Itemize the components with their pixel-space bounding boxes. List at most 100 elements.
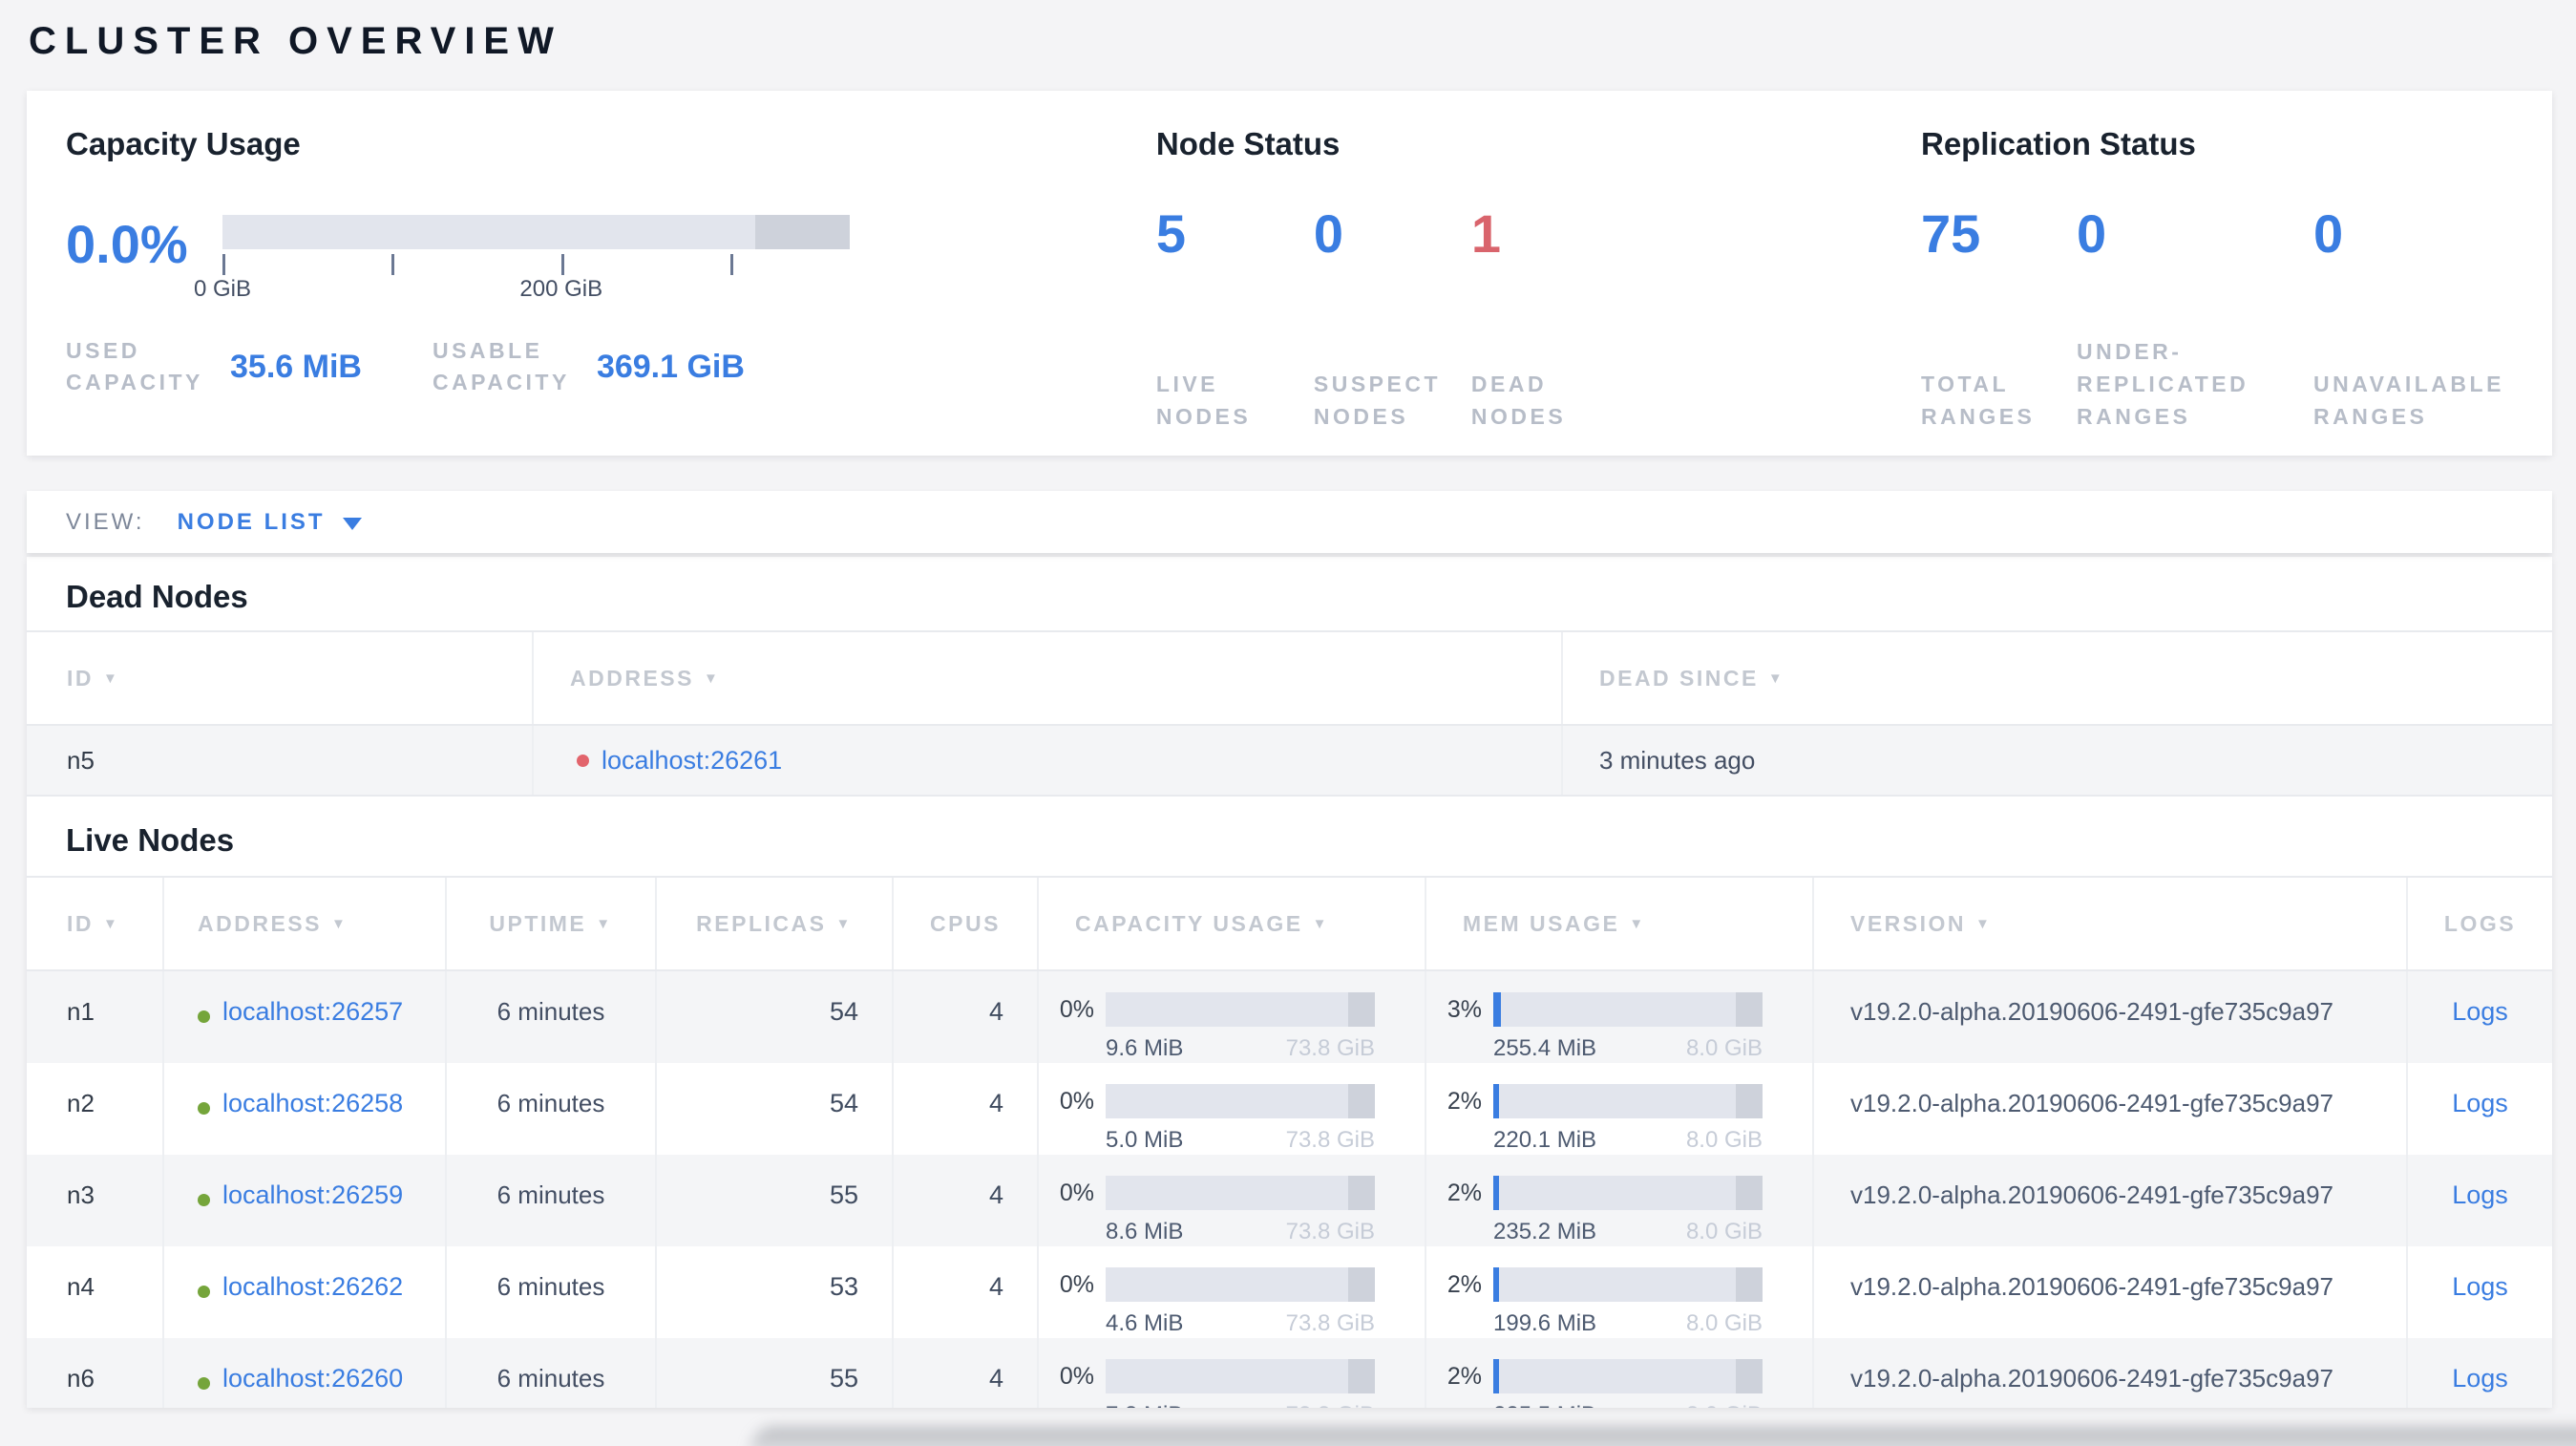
logs-link[interactable]: Logs — [2452, 996, 2508, 1027]
used-capacity-metric: USED CAPACITY 35.6 MiB — [66, 335, 362, 398]
dead-status-dot-icon — [577, 754, 589, 767]
col-header-mem-usage[interactable]: MEM USAGE — [1426, 878, 1814, 969]
cpus-count: 4 — [988, 997, 1003, 1026]
cpus-count: 4 — [988, 1180, 1003, 1209]
col-header-capacity-usage[interactable]: CAPACITY USAGE — [1039, 878, 1426, 969]
usage-percent: 0% — [1059, 1270, 1094, 1298]
dead-node-row: n5 localhost:26261 3 minutes ago — [27, 726, 2552, 797]
uptime-value: 6 minutes — [496, 997, 605, 1026]
used-value: 5.0 MiB — [1106, 1127, 1184, 1153]
replicas-count: 55 — [829, 1364, 858, 1393]
cpus-count: 4 — [988, 1364, 1003, 1393]
node-address-link[interactable]: localhost:26261 — [602, 745, 782, 776]
capacity-usage-bar — [1106, 1267, 1375, 1302]
version-value: v19.2.0-alpha.20190606-2491-gfe735c9a97 — [1850, 1180, 2333, 1209]
used-value: 199.6 MiB — [1493, 1310, 1597, 1336]
usable-capacity-value: 369.1 GiB — [596, 348, 745, 385]
stat-value: 75 — [1921, 203, 1981, 264]
version-value: v19.2.0-alpha.20190606-2491-gfe735c9a97 — [1850, 997, 2333, 1026]
capacity-usage-bar — [1106, 1359, 1375, 1393]
replication-status-title: Replication Status — [1921, 126, 2196, 161]
capacity-axis-ticks — [222, 249, 850, 276]
total-value: 8.0 GiB — [1685, 1035, 1763, 1061]
total-value: 73.8 GiB — [1285, 1219, 1375, 1244]
col-header-version[interactable]: VERSION — [1814, 878, 2408, 969]
capacity-usage-title: Capacity Usage — [66, 126, 301, 161]
usage-percent: 3% — [1446, 995, 1482, 1023]
logs-link[interactable]: Logs — [2452, 1271, 2508, 1302]
axis-tick — [391, 254, 395, 275]
live-status-dot-icon — [198, 1285, 210, 1298]
node-id: n1 — [67, 997, 95, 1026]
cpus-count: 4 — [988, 1272, 1003, 1301]
used-value: 220.1 MiB — [1493, 1127, 1597, 1153]
bar-reserved-segment — [1735, 1359, 1763, 1393]
used-value: 225.5 MiB — [1493, 1402, 1596, 1408]
capacity-percent: 0.0% — [66, 214, 188, 274]
stat-label: DEAD NODES — [1470, 372, 1567, 429]
logs-link[interactable]: Logs — [2452, 1180, 2508, 1210]
bar-used-fill — [1493, 1359, 1499, 1393]
total-value: 73.8 GiB — [1285, 1035, 1375, 1061]
capacity-usage-cell: 0% 9.6 MiB 73.8 GiB — [1039, 971, 1426, 1063]
live-status-dot-icon — [198, 1193, 210, 1206]
col-header-address[interactable]: ADDRESS — [164, 878, 447, 969]
col-header-dead-since[interactable]: DEAD SINCE — [1563, 632, 2552, 724]
node-address-link[interactable]: localhost:26262 — [222, 1271, 403, 1302]
uptime-value: 6 minutes — [496, 1364, 605, 1393]
col-header-address[interactable]: ADDRESS — [534, 632, 1563, 724]
total-value: 73.8 GiB — [1285, 1127, 1375, 1153]
col-header-id[interactable]: ID — [27, 632, 534, 724]
stat-unavailable-ranges: 0 UNAVAILABLE RANGES — [2313, 205, 2552, 433]
mem-usage-bar — [1493, 1267, 1763, 1302]
stat-dead-nodes: 1 DEAD NODES — [1471, 205, 1710, 433]
axis-tick — [222, 254, 225, 275]
col-header-replicas[interactable]: REPLICAS — [657, 878, 894, 969]
total-value: 8.0 GiB — [1685, 1219, 1763, 1244]
live-status-dot-icon — [198, 1376, 210, 1390]
bar-reserved-segment — [1735, 1267, 1763, 1302]
node-address-link[interactable]: localhost:26259 — [222, 1180, 403, 1210]
live-status-dot-icon — [198, 1101, 210, 1115]
live-status-dot-icon — [198, 1010, 210, 1023]
capacity-usage-cell: 0% 4.6 MiB 73.8 GiB — [1039, 1246, 1426, 1338]
replicas-count: 54 — [829, 1089, 858, 1117]
total-value: 8.0 GiB — [1685, 1127, 1763, 1153]
logs-link[interactable]: Logs — [2452, 1088, 2508, 1118]
capacity-usage-section: Capacity Usage 0.0% 0 GiB 200 GiB USED C… — [66, 125, 1156, 456]
sort-desc-icon — [1313, 916, 1329, 932]
node-list-dropdown[interactable]: NODE LIST — [178, 509, 362, 536]
stat-value: 0 — [1313, 203, 1344, 264]
node-address-link[interactable]: localhost:26258 — [222, 1088, 403, 1118]
mem-usage-cell: 3% 255.4 MiB 8.0 GiB — [1426, 971, 1814, 1063]
dropdown-caret-icon — [342, 517, 362, 530]
sort-desc-icon — [103, 916, 119, 932]
bar-used-fill — [1493, 1084, 1499, 1118]
live-node-row: n2 localhost:26258 6 minutes 54 4 0% 5.0… — [27, 1063, 2552, 1155]
sort-desc-icon — [835, 916, 852, 932]
live-node-row: n6 localhost:26260 6 minutes 55 4 0% 7.8… — [27, 1338, 2552, 1408]
node-address-link[interactable]: localhost:26260 — [222, 1363, 403, 1393]
used-value: 8.6 MiB — [1106, 1219, 1184, 1244]
used-value: 7.8 MiB — [1106, 1402, 1183, 1408]
bar-used-fill — [1493, 1267, 1499, 1302]
view-label: VIEW: — [66, 508, 145, 535]
node-address-link[interactable]: localhost:26257 — [222, 996, 403, 1027]
usage-percent: 2% — [1446, 1362, 1482, 1390]
capacity-tick-label: 0 GiB — [193, 276, 252, 302]
bar-reserved-segment — [1347, 1176, 1375, 1210]
sort-desc-icon — [704, 670, 720, 687]
usable-capacity-metric: USABLE CAPACITY 369.1 GiB — [433, 335, 745, 398]
mem-usage-cell: 2% 225.5 MiB 8.0 GiB — [1426, 1338, 1814, 1408]
mem-usage-cell: 2% 199.6 MiB 8.0 GiB — [1426, 1246, 1814, 1338]
logs-link[interactable]: Logs — [2452, 1363, 2508, 1393]
capacity-usage-bar — [1106, 1176, 1375, 1210]
mem-usage-cell: 2% 220.1 MiB 8.0 GiB — [1426, 1063, 1814, 1155]
stat-value: 0 — [2313, 203, 2344, 264]
col-header-logs: LOGS — [2443, 910, 2517, 936]
capacity-bar-reserved-segment — [755, 215, 850, 249]
usage-percent: 0% — [1059, 1087, 1094, 1115]
total-value: 8.0 GiB — [1686, 1402, 1763, 1408]
col-header-uptime[interactable]: UPTIME — [447, 878, 657, 969]
col-header-id[interactable]: ID — [27, 878, 164, 969]
